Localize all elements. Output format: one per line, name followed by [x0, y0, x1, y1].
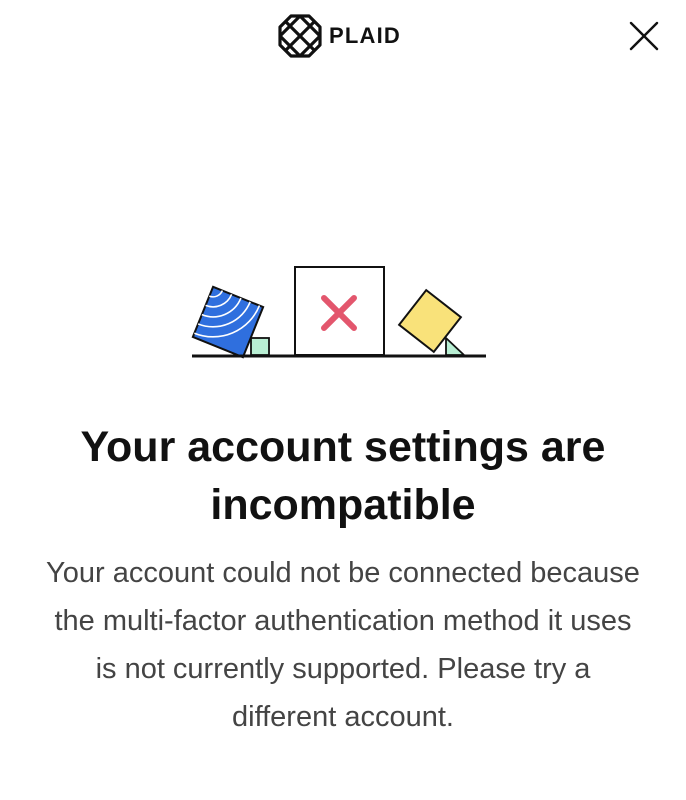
plaid-logo-icon: [277, 13, 323, 59]
page-title: Your account settings are incompatible: [80, 423, 606, 529]
close-button[interactable]: [620, 12, 668, 60]
header: PLAID: [0, 0, 686, 72]
green-triangle-icon: [445, 337, 465, 356]
brand-name: PLAID: [329, 23, 401, 48]
green-cube-icon: [250, 337, 270, 356]
brand: PLAID: [277, 13, 401, 59]
incompatible-illustration: [188, 262, 492, 364]
error-message: Your account could not be connected beca…: [46, 557, 640, 733]
close-icon[interactable]: [628, 20, 660, 52]
